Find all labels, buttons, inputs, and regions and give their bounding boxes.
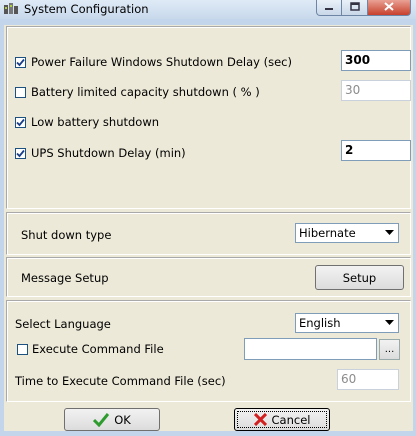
- battery-capacity-input[interactable]: 30: [341, 80, 411, 101]
- cancel-x-icon: [253, 413, 267, 426]
- power-failure-label: Power Failure Windows Shutdown Delay (se…: [31, 55, 292, 69]
- title-bar[interactable]: System Configuration: [0, 0, 416, 19]
- minimize-icon: [324, 1, 334, 14]
- message-setup-label: Message Setup: [21, 271, 109, 285]
- setup-button-label: Setup: [342, 270, 377, 285]
- checkmark-icon: [16, 58, 25, 67]
- shutdown-type-select[interactable]: Hibernate: [295, 223, 399, 243]
- low-battery-checkbox[interactable]: [15, 117, 26, 128]
- ok-button-label: OK: [114, 412, 131, 427]
- battery-limited-checkbox[interactable]: [15, 87, 26, 98]
- window-controls: [316, 0, 411, 17]
- time-execute-label: Time to Execute Command File (sec): [15, 374, 226, 388]
- select-language-label: Select Language: [15, 317, 111, 331]
- dialog-client: Power Failure Windows Shutdown Delay (se…: [4, 25, 413, 431]
- app-icon: [3, 2, 19, 16]
- browse-button-label: ...: [384, 344, 395, 355]
- cancel-button[interactable]: Cancel: [234, 408, 330, 431]
- minimize-button[interactable]: [316, 0, 342, 16]
- system-configuration-window: System Configuration Power Failure Windo…: [0, 0, 416, 436]
- shutdown-type-value: Hibernate: [299, 226, 356, 240]
- maximize-button[interactable]: [342, 0, 368, 16]
- ok-check-icon: [93, 412, 110, 427]
- browse-button[interactable]: ...: [379, 339, 400, 360]
- power-failure-delay-input[interactable]: 300: [341, 50, 411, 71]
- low-battery-label: Low battery shutdown: [31, 115, 160, 129]
- ups-delay-label: UPS Shutdown Delay (min): [31, 146, 186, 160]
- execute-command-label: Execute Command File: [32, 342, 164, 356]
- setup-button[interactable]: Setup: [315, 265, 404, 290]
- shutdown-type-panel: Shut down type Hibernate: [6, 212, 411, 255]
- execute-command-checkbox[interactable]: [17, 344, 28, 355]
- shutdown-type-label: Shut down type: [21, 228, 112, 242]
- close-button[interactable]: [368, 0, 411, 16]
- message-setup-panel: Message Setup Setup: [6, 257, 411, 297]
- cancel-button-label: Cancel: [271, 412, 311, 427]
- language-command-panel: Select Language English Execute Command …: [6, 300, 411, 402]
- language-select[interactable]: English: [295, 313, 399, 333]
- language-value: English: [299, 316, 341, 330]
- checkmark-icon: [16, 149, 25, 158]
- chevron-down-icon: [381, 315, 397, 331]
- chevron-down-icon: [381, 225, 397, 241]
- command-file-input[interactable]: [244, 338, 377, 360]
- maximize-icon: [349, 1, 360, 14]
- close-icon: [384, 1, 394, 14]
- battery-limited-label: Battery limited capacity shutdown ( % ): [31, 85, 260, 99]
- power-failure-checkbox[interactable]: [15, 57, 26, 68]
- ups-delay-input[interactable]: 2: [341, 140, 411, 161]
- time-execute-input[interactable]: 60: [337, 369, 399, 390]
- ok-button[interactable]: OK: [64, 408, 160, 431]
- window-title: System Configuration: [24, 2, 149, 16]
- ups-delay-checkbox[interactable]: [15, 148, 26, 159]
- power-settings-panel: Power Failure Windows Shutdown Delay (se…: [6, 26, 411, 209]
- checkmark-icon: [16, 118, 25, 127]
